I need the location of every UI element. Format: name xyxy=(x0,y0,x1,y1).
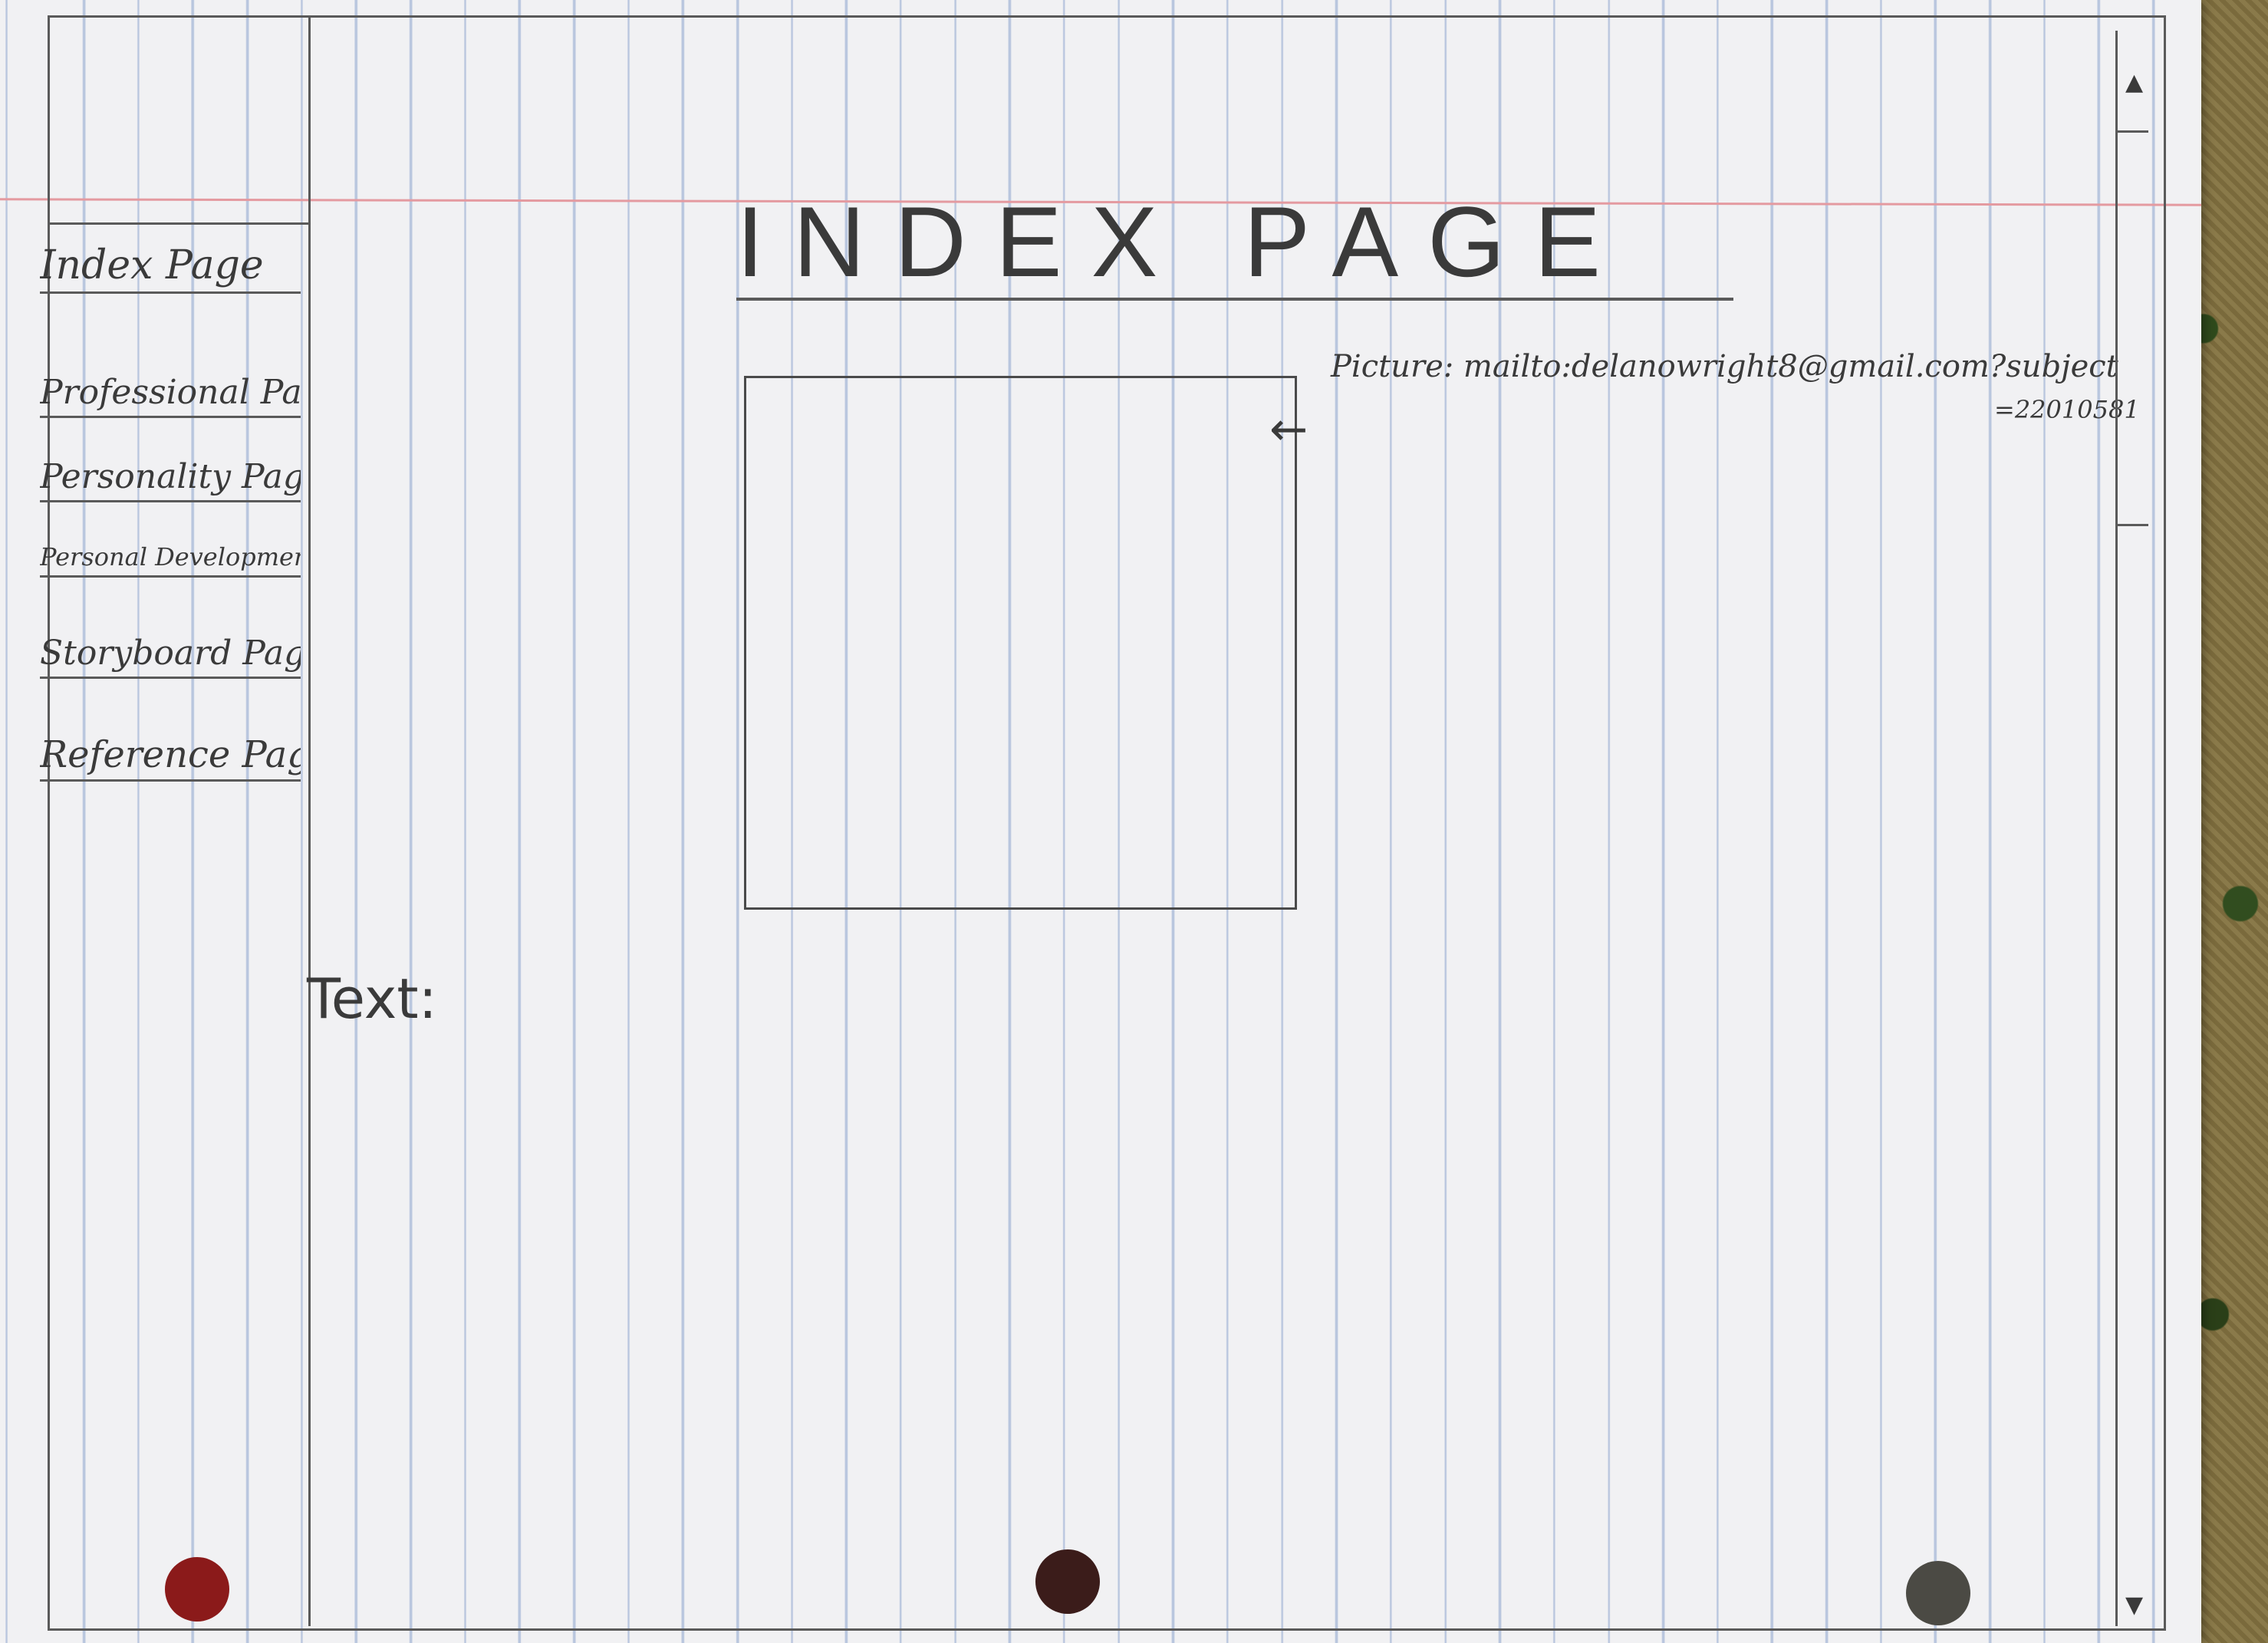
picture-annotation: Picture: mailto:delanowright8@gmail.com?… xyxy=(1331,349,2118,384)
scroll-up-icon[interactable]: ▲ xyxy=(2125,69,2143,96)
picture-placeholder[interactable] xyxy=(744,376,1297,910)
arrow-left-icon: ← xyxy=(1269,403,1308,456)
text-label: Text: xyxy=(307,966,437,1031)
sidebar-item-professional[interactable]: Professional Page xyxy=(40,376,301,418)
sidebar-item-storyboard[interactable]: Storyboard Page xyxy=(40,637,301,679)
sidebar-item-personality[interactable]: Personality Page xyxy=(40,460,301,502)
sidebar-nav: Index Page Professional Page Personality… xyxy=(40,15,311,1626)
scrollbar-thumb[interactable] xyxy=(2118,130,2148,526)
sidebar-divider xyxy=(48,222,308,225)
binder-hole-left xyxy=(165,1557,229,1622)
page-title: INDEX PAGE xyxy=(736,189,1733,301)
sidebar-item-personal-development[interactable]: Personal Development Page xyxy=(40,545,301,578)
sidebar-item-index[interactable]: Index Page xyxy=(40,245,301,294)
sidebar-item-reference[interactable]: Reference Page xyxy=(40,736,301,782)
binder-hole-center xyxy=(1035,1549,1100,1614)
sketch-paper: Index Page Professional Page Personality… xyxy=(0,0,2201,1643)
scroll-down-icon[interactable]: ▼ xyxy=(2125,1592,2143,1618)
scrollbar[interactable]: ▲ ▼ xyxy=(2115,31,2156,1626)
binder-hole-right xyxy=(1906,1561,1970,1625)
